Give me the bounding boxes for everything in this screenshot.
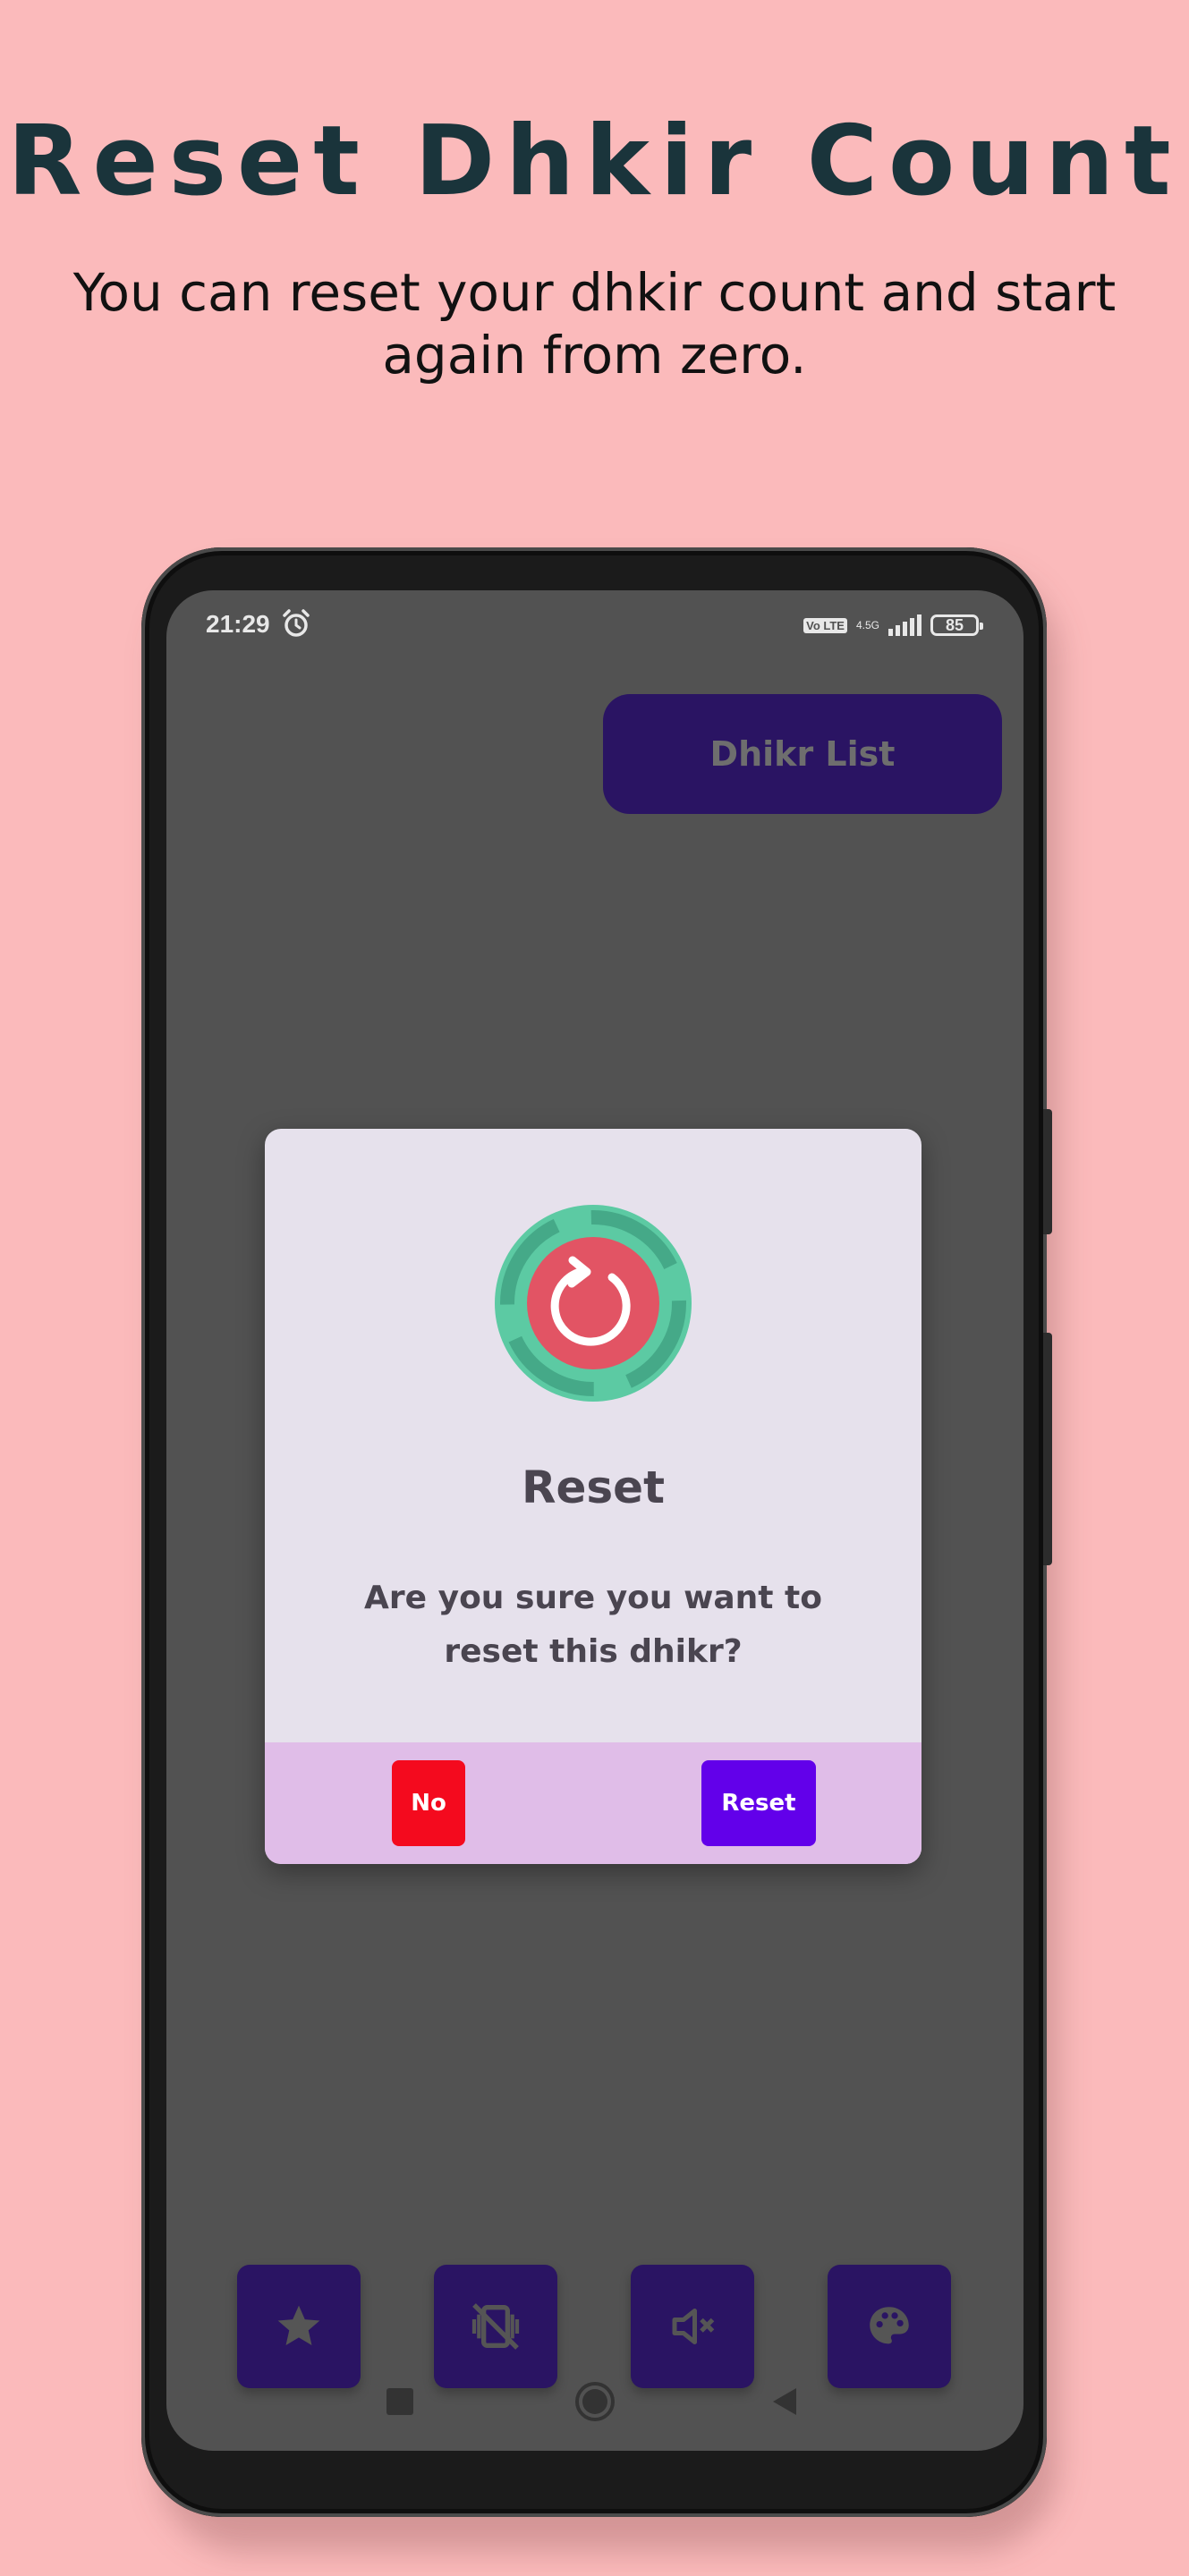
battery-icon: 85 [930,614,983,636]
favorite-button[interactable] [237,2265,361,2388]
volume-mute-icon [672,2309,715,2344]
vibration-toggle-button[interactable] [434,2265,557,2388]
reset-dialog: Reset Are you sure you want to reset thi… [265,1129,921,1864]
theme-button[interactable] [828,2265,951,2388]
no-button-label: No [411,1790,446,1817]
dialog-message: Are you sure you want to reset this dhik… [364,1580,822,1670]
back-icon[interactable] [769,2386,800,2417]
vibrate-off-icon [471,2303,520,2350]
star-icon [277,2305,320,2345]
dhikr-list-button[interactable]: Dhikr List [603,694,1002,814]
sound-toggle-button[interactable] [631,2265,754,2388]
phone-volume-button [1043,1109,1052,1234]
dhikr-list-label: Dhikr List [709,734,896,774]
palette-icon [870,2307,909,2344]
battery-level: 85 [945,615,964,634]
status-time: 21:29 [206,610,270,638]
reset-button-label: Reset [721,1790,796,1817]
dialog-title: Reset [522,1462,665,1513]
dialog-footer: No Reset [265,1742,921,1864]
recents-icon[interactable] [385,2386,415,2417]
home-icon[interactable] [574,2381,616,2422]
promo-title: Reset Dhkir Count [7,106,1182,217]
alarm-icon [283,609,310,637]
status-indicators: Vo LTE 4.5G 85 [803,610,983,640]
reset-button[interactable]: Reset [701,1760,816,1846]
reset-icon [495,1205,692,1402]
network-type: 4.5G [855,619,879,631]
phone-screen: 21:29 Vo LTE 4.5G 85 Dhikr List Reset Ar… [166,590,1023,2451]
volte-icon: Vo LTE [803,617,847,633]
signal-icon [888,614,921,636]
phone-power-button [1043,1333,1052,1565]
promo-subtitle: You can reset your dhkir count and start… [72,262,1117,386]
no-button[interactable]: No [392,1760,465,1846]
